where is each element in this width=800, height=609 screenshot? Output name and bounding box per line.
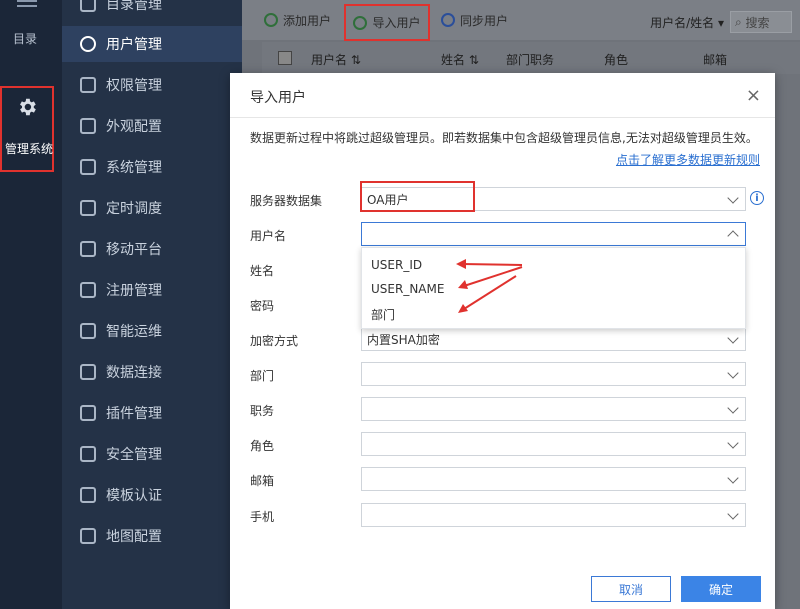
nav-item-appearance[interactable]: 外观配置: [62, 108, 242, 144]
sync-user-button[interactable]: 同步用户: [441, 12, 508, 29]
chevron-down-icon: [727, 508, 739, 520]
user-icon: [80, 36, 96, 52]
import-user-icon: [353, 15, 368, 30]
column-email: 邮箱: [703, 53, 728, 67]
dialog-note: 数据更新过程中将跳过超级管理员。即若数据集中包含超级管理员信息,无法对超级管理员…: [250, 131, 758, 145]
username-label: 用户名: [250, 229, 287, 243]
chevron-down-icon: [727, 437, 739, 449]
nav-item-permissions[interactable]: 权限管理: [62, 67, 242, 103]
select-all-checkbox[interactable]: [278, 51, 292, 65]
shield-icon: [80, 446, 96, 462]
column-role: 角色: [604, 53, 629, 67]
search-filter-select[interactable]: 用户名/姓名 ▾: [650, 14, 724, 31]
sync-user-icon: [441, 13, 456, 27]
phone-label: 手机: [250, 510, 275, 524]
dropdown-option[interactable]: 部门: [371, 306, 395, 323]
link-icon: [80, 364, 96, 380]
confirm-button[interactable]: 确定: [681, 576, 761, 602]
dropdown-option[interactable]: USER_NAME: [371, 282, 444, 296]
map-icon: [80, 528, 96, 544]
puzzle-icon: [80, 405, 96, 421]
mobile-icon: [80, 241, 96, 257]
add-user-icon: [264, 13, 278, 27]
directory-label[interactable]: 目录: [13, 30, 37, 47]
import-highlight: 导入用户: [344, 4, 430, 41]
lock-icon: [80, 77, 96, 93]
left-icon-rail: 目录 管理系统: [0, 0, 62, 609]
column-username[interactable]: 用户名 ⇅: [311, 51, 361, 68]
nav-item-system[interactable]: 系统管理: [62, 149, 242, 185]
annotation-arrows: [456, 259, 523, 313]
chevron-down-icon: [727, 472, 739, 484]
role-label: 角色: [250, 439, 275, 453]
dropdown-option[interactable]: USER_ID: [371, 258, 422, 272]
position-label: 职务: [250, 404, 275, 418]
search-area: 用户名/姓名 ▾ ⌕ 搜索: [650, 11, 792, 33]
server-dataset-label: 服务器数据集: [250, 194, 323, 208]
chevron-down-icon: [727, 402, 739, 414]
password-label: 密码: [250, 299, 275, 313]
encryption-label: 加密方式: [250, 334, 299, 348]
nav-item-users[interactable]: 用户管理: [62, 26, 242, 62]
nav-item-data-connection[interactable]: 数据连接: [62, 354, 242, 390]
brush-icon: [80, 118, 96, 134]
column-name[interactable]: 姓名 ⇅: [441, 51, 479, 68]
phone-select[interactable]: [361, 503, 746, 527]
network-icon: [80, 323, 96, 339]
admin-system-button[interactable]: 管理系统: [0, 86, 54, 172]
email-label: 邮箱: [250, 474, 275, 488]
register-icon: [80, 282, 96, 298]
username-dropdown: USER_ID USER_NAME 部门: [361, 247, 746, 329]
admin-system-label: 管理系统: [4, 142, 53, 156]
import-user-button[interactable]: 导入用户: [353, 14, 421, 31]
folder-icon: [80, 0, 96, 12]
cancel-button[interactable]: 取消: [591, 576, 671, 602]
chevron-down-icon: [727, 332, 739, 344]
nav-item-map-config[interactable]: 地图配置: [62, 518, 242, 554]
nav-item-template-cert[interactable]: 模板认证: [62, 477, 242, 513]
nav-item-schedule[interactable]: 定时调度: [62, 190, 242, 226]
chevron-up-icon: [727, 230, 739, 242]
table-header: 用户名 ⇅ 姓名 ⇅ 部门职务 角色 邮箱: [262, 42, 800, 74]
nav-item-plugins[interactable]: 插件管理: [62, 395, 242, 431]
position-select[interactable]: [361, 397, 746, 421]
nav-item-mobile[interactable]: 移动平台: [62, 231, 242, 267]
gear-icon: [80, 159, 96, 175]
nav-item-security[interactable]: 安全管理: [62, 436, 242, 472]
add-user-button[interactable]: 添加用户: [264, 12, 331, 29]
chevron-down-icon: [727, 192, 739, 204]
search-icon: ⌕: [735, 14, 746, 29]
column-department: 部门职务: [506, 53, 555, 67]
import-user-dialog: 导入用户 × 数据更新过程中将跳过超级管理员。即若数据集中包含超级管理员信息,无…: [230, 73, 775, 609]
department-select[interactable]: [361, 362, 746, 386]
settings-nav: 目录管理 用户管理 权限管理 外观配置 系统管理 定时调度 移动平台 注册管理 …: [62, 0, 242, 609]
clock-icon: [80, 200, 96, 216]
email-select[interactable]: [361, 467, 746, 491]
certificate-icon: [80, 487, 96, 503]
role-select[interactable]: [361, 432, 746, 456]
nav-item-registration[interactable]: 注册管理: [62, 272, 242, 308]
menu-icon[interactable]: [17, 0, 37, 8]
chevron-down-icon: [727, 367, 739, 379]
username-select[interactable]: [361, 222, 746, 246]
search-input[interactable]: ⌕ 搜索: [730, 11, 792, 33]
dialog-title: 导入用户: [250, 90, 306, 106]
update-rules-link[interactable]: 点击了解更多数据更新规则: [616, 151, 760, 168]
nav-item-ops[interactable]: 智能运维: [62, 313, 242, 349]
close-icon[interactable]: ×: [746, 85, 761, 106]
encryption-select[interactable]: 内置SHA加密: [361, 327, 746, 351]
gear-icon: [20, 98, 36, 116]
divider: [230, 117, 775, 118]
department-label: 部门: [250, 369, 275, 383]
info-icon[interactable]: i: [750, 191, 764, 205]
toolbar: 添加用户 导入用户 同步用户 用户名/姓名 ▾ ⌕ 搜索: [242, 0, 800, 41]
name-label: 姓名: [250, 264, 275, 278]
nav-item-directory[interactable]: 目录管理: [62, 0, 242, 22]
dataset-highlight: [360, 181, 475, 212]
